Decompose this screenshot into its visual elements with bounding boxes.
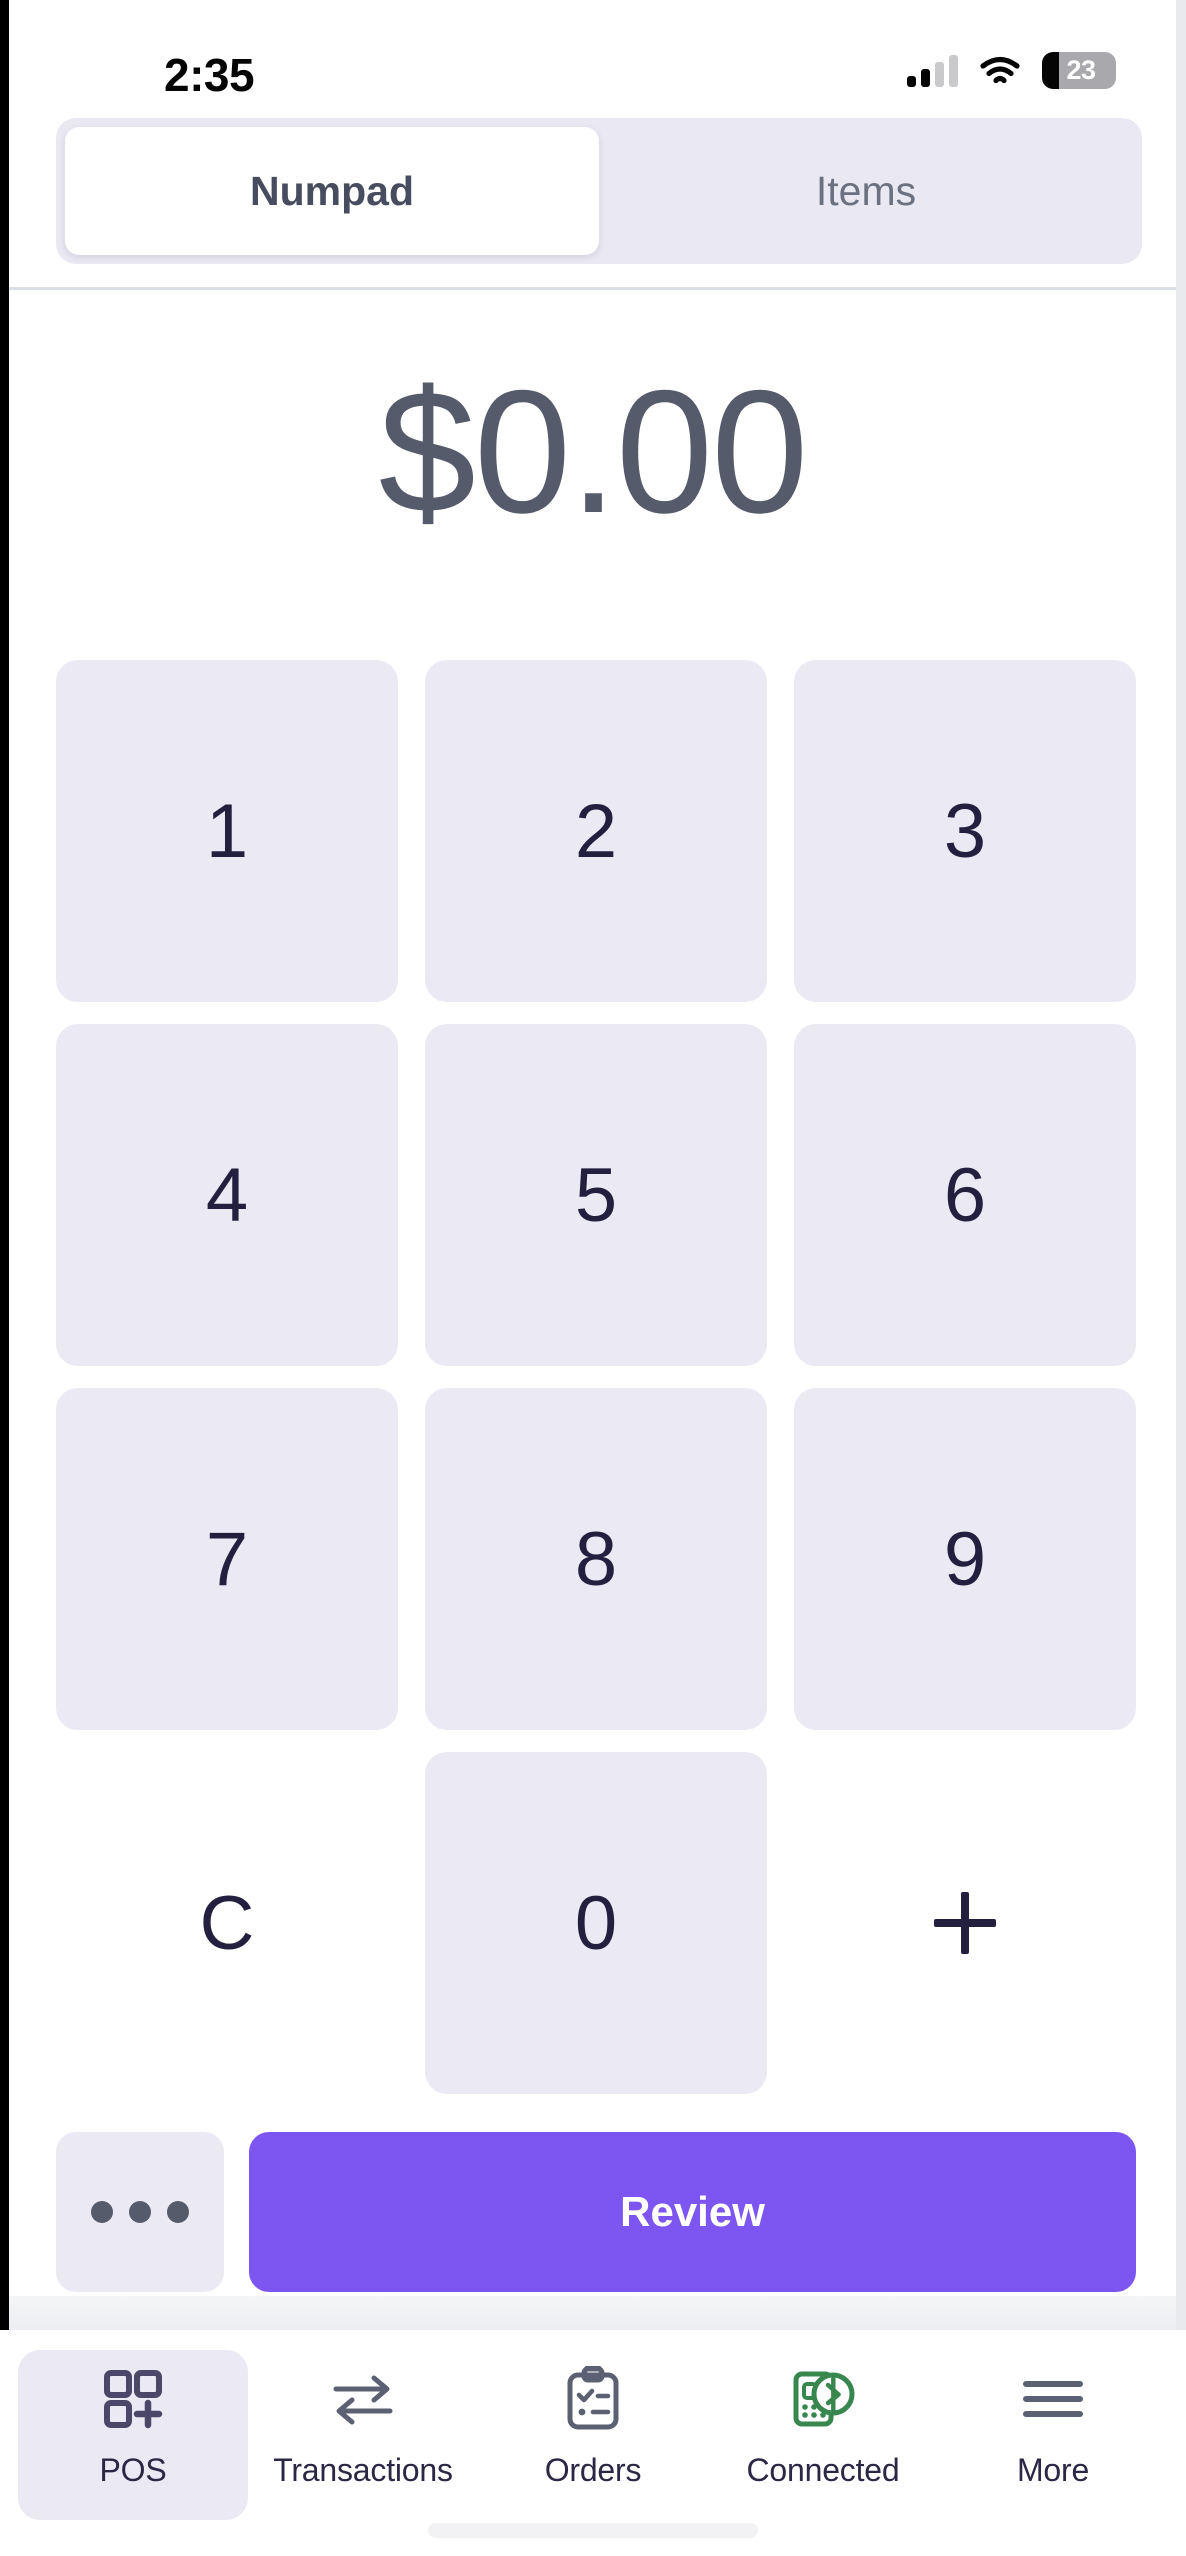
- pos-app-screen: 2:35 23 Numpad Items $0.00 1 2 3 4 5 6 7…: [0, 0, 1186, 2556]
- numpad-key-plus[interactable]: [794, 1752, 1136, 2094]
- more-options-button[interactable]: [56, 2132, 224, 2292]
- plus-icon: [934, 1892, 996, 1954]
- bottom-nav-separator: [9, 2296, 1176, 2330]
- numpad-key-9[interactable]: 9: [794, 1388, 1136, 1730]
- battery-icon: 23: [1042, 52, 1116, 89]
- numpad-key-4[interactable]: 4: [56, 1024, 398, 1366]
- numpad-key-3[interactable]: 3: [794, 660, 1136, 1002]
- numpad-key-1[interactable]: 1: [56, 660, 398, 1002]
- numpad-key-7[interactable]: 7: [56, 1388, 398, 1730]
- nav-item-transactions[interactable]: Transactions: [248, 2350, 478, 2520]
- nav-item-connected[interactable]: Connected: [708, 2350, 938, 2520]
- mode-segmented-control[interactable]: Numpad Items: [56, 118, 1142, 264]
- tab-items[interactable]: Items: [599, 127, 1133, 255]
- numpad-key-6[interactable]: 6: [794, 1024, 1136, 1366]
- nav-item-orders[interactable]: Orders: [478, 2350, 708, 2520]
- numpad-key-0[interactable]: 0: [425, 1752, 767, 2094]
- nav-label-pos: POS: [99, 2452, 167, 2488]
- review-button[interactable]: Review: [249, 2132, 1136, 2292]
- clipboard-list-icon: [565, 2366, 621, 2432]
- card-reader-bluetooth-icon: [789, 2366, 857, 2432]
- cellular-signal-icon: [907, 54, 958, 87]
- device-bezel-right: [1176, 0, 1186, 2330]
- numpad-key-2[interactable]: 2: [425, 660, 767, 1002]
- ellipsis-icon-dot: [129, 2201, 151, 2223]
- numpad-grid: 1 2 3 4 5 6 7 8 9 C 0: [56, 660, 1136, 2094]
- nav-label-connected: Connected: [746, 2452, 900, 2488]
- device-bezel-left: [0, 0, 9, 2330]
- nav-label-more: More: [1016, 2452, 1090, 2488]
- tab-numpad[interactable]: Numpad: [65, 127, 599, 255]
- battery-level-label: 23: [1066, 55, 1096, 85]
- numpad-key-5[interactable]: 5: [425, 1024, 767, 1366]
- ellipsis-icon-dot: [91, 2201, 113, 2223]
- exchange-arrows-icon: [330, 2366, 396, 2432]
- header-divider: [9, 287, 1176, 290]
- status-bar: 2:35 23: [9, 0, 1176, 120]
- hamburger-menu-icon: [1021, 2366, 1085, 2432]
- nav-item-pos[interactable]: POS: [18, 2350, 248, 2520]
- amount-display: $0.00: [378, 355, 809, 550]
- numpad-key-8[interactable]: 8: [425, 1388, 767, 1730]
- home-indicator: [428, 2523, 758, 2538]
- numpad-key-clear[interactable]: C: [56, 1752, 398, 2094]
- nav-label-orders: Orders: [544, 2452, 642, 2488]
- bottom-navigation-bar: POS Transactions Orders Connected More: [0, 2330, 1186, 2556]
- grid-plus-icon: [102, 2366, 164, 2432]
- action-bar: Review: [56, 2132, 1136, 2292]
- status-bar-icons: 23: [907, 52, 1116, 89]
- ellipsis-icon-dot: [167, 2201, 189, 2223]
- status-bar-time: 2:35: [164, 49, 255, 101]
- nav-item-more[interactable]: More: [938, 2350, 1168, 2520]
- wifi-icon: [980, 56, 1020, 86]
- nav-label-transactions: Transactions: [273, 2452, 453, 2488]
